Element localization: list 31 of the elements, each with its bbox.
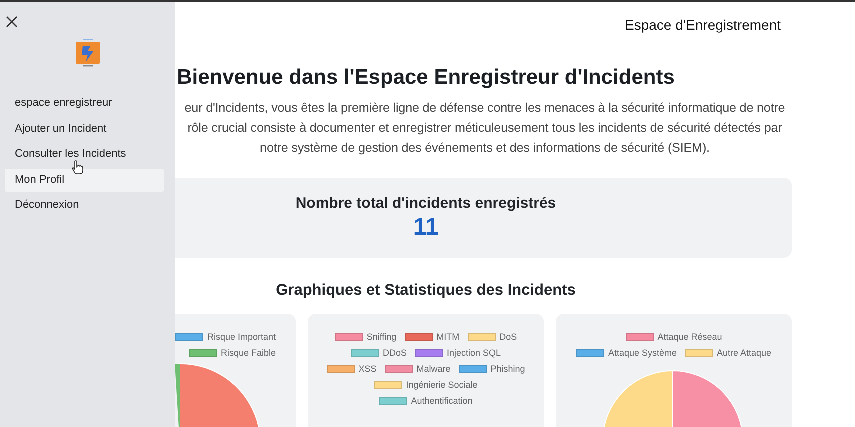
legend-label: Injection SQL [446,348,502,358]
menu-item[interactable]: espace enregistreur [5,92,164,116]
legend-label: Attaque Réseau [658,332,722,342]
menu-item[interactable]: Déconnexion [5,194,164,218]
legend-label: Sniffing [366,332,397,342]
legend-label: MITM [436,332,460,342]
logo-icon [74,38,100,68]
total-count: 11 [413,214,439,242]
legend-label: Phishing [490,364,526,374]
legend-label: DoS [500,332,518,342]
intro-text: notre système de gestion des événements et des informations de sécurité (SIEM). [260,140,710,157]
intro-text: eur d'Incidents, vous êtes la première ligne de défense contre les menaces à la sécurité informatique de notre [184,100,786,117]
menu-item[interactable]: Consulter les Incidents [5,143,164,166]
hand-cursor-icon [72,160,84,175]
page-title: Bienvenue dans l'Espace Enregistreur d'Incidents [177,66,675,90]
legend-label: Risque Important [207,332,276,342]
header-title: Espace d'Enregistrement [625,17,781,33]
intro-text: rôle crucial consiste à documenter et enregistrer méticuleusement tous les incidents de sécurité détectés par [188,120,782,137]
legend-label: Risque Faible [220,348,276,358]
legend-label: Autre Attaque [717,348,772,358]
close-icon[interactable] [6,16,18,28]
menu-item[interactable]: Mon Profil [5,168,164,192]
total-label: Nombre total d'incidents enregistrés [296,194,556,212]
legend-label: Attaque Système [608,348,677,358]
legend-label: Ingénierie Sociale [406,380,478,390]
legend-label: DDoS [382,348,407,358]
menu-item[interactable]: Ajouter un Incident [5,118,164,141]
legend-label: Malware [416,364,451,374]
legend-label: XSS [358,364,377,374]
legend-label: Authentification [411,396,473,406]
section-title: Graphiques et Statistiques des Incidents [276,282,576,300]
